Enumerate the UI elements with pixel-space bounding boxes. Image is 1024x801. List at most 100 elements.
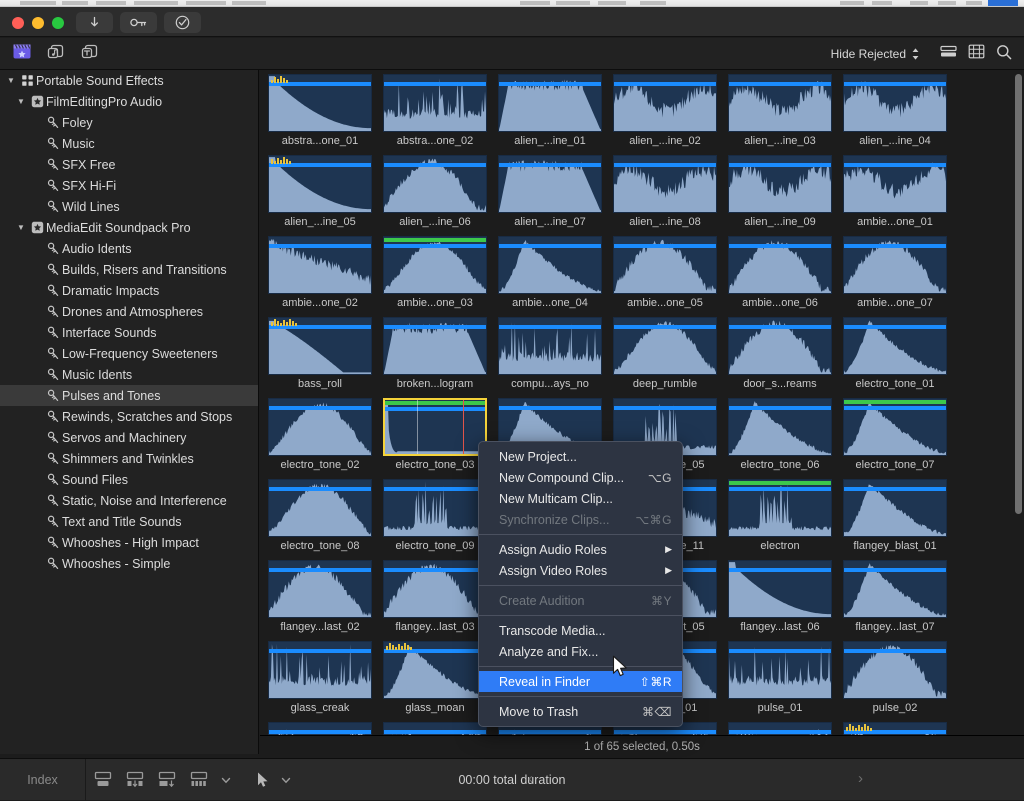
- clip-thumbnail[interactable]: [728, 641, 832, 699]
- arrow-pointer-icon[interactable]: [256, 771, 270, 789]
- clip-thumbnail[interactable]: [383, 155, 487, 213]
- clip-thumbnail[interactable]: [843, 641, 947, 699]
- clip-cell[interactable]: flangey...last_03: [383, 560, 487, 633]
- clip-thumbnail[interactable]: [843, 479, 947, 537]
- background-tasks-button[interactable]: [164, 12, 201, 33]
- clip-thumbnail[interactable]: [498, 74, 602, 132]
- clip-cell[interactable]: compu...ays_no: [498, 317, 602, 390]
- libraries-sidebar[interactable]: ▼ Portable Sound Effects ▼ FilmEditingPro A…: [0, 70, 259, 754]
- append-clip-icon[interactable]: [156, 770, 178, 790]
- clip-thumbnail[interactable]: [268, 560, 372, 618]
- clip-thumbnail[interactable]: [843, 398, 947, 456]
- clip-thumbnail[interactable]: [843, 74, 947, 132]
- titles-and-generators-button[interactable]: [76, 42, 104, 66]
- sidebar-item-interface-sounds[interactable]: Interface Sounds: [0, 322, 258, 343]
- clip-thumbnail[interactable]: [268, 398, 372, 456]
- clip-thumbnail[interactable]: [498, 317, 602, 375]
- menu-item-assign-video-roles[interactable]: Assign Video Roles ▶: [479, 560, 682, 581]
- clip-cell[interactable]: [383, 722, 487, 735]
- browser-vertical-scrollbar[interactable]: [1015, 74, 1022, 514]
- clip-cell[interactable]: bass_roll: [268, 317, 372, 390]
- clip-thumbnail[interactable]: [843, 722, 947, 735]
- clip-thumbnail[interactable]: [498, 236, 602, 294]
- clip-cell[interactable]: electro_tone_06: [728, 398, 832, 471]
- clip-cell[interactable]: [843, 722, 947, 735]
- clip-thumbnail[interactable]: [268, 722, 372, 735]
- clip-thumbnail[interactable]: [383, 398, 487, 456]
- window-close-button[interactable]: [12, 17, 24, 29]
- clip-cell[interactable]: abstra...one_02: [383, 74, 487, 147]
- clip-cell[interactable]: broken...logram: [383, 317, 487, 390]
- menu-item-new-project[interactable]: New Project...: [479, 446, 682, 467]
- clip-cell[interactable]: pulse_02: [843, 641, 947, 714]
- sidebar-item-filmeditingpro-audio[interactable]: ▼ FilmEditingPro Audio: [0, 91, 258, 112]
- sidebar-item-mediaedit-soundpack-pro[interactable]: ▼ MediaEdit Soundpack Pro: [0, 217, 258, 238]
- clip-cell[interactable]: glass_creak: [268, 641, 372, 714]
- clip-cell[interactable]: ambie...one_01: [843, 155, 947, 228]
- next-button[interactable]: ›: [858, 770, 863, 787]
- clip-thumbnail[interactable]: [613, 317, 717, 375]
- clip-thumbnail[interactable]: [728, 722, 832, 735]
- menu-item-assign-audio-roles[interactable]: Assign Audio Roles ▶: [479, 539, 682, 560]
- clip-cell[interactable]: alien_...ine_05: [268, 155, 372, 228]
- menu-item-reveal-in-finder[interactable]: Reveal in Finder ⇧⌘R: [479, 671, 682, 692]
- clip-cell[interactable]: electro_tone_07: [843, 398, 947, 471]
- clip-cell[interactable]: electro_tone_08: [268, 479, 372, 552]
- clip-cell[interactable]: alien_...ine_07: [498, 155, 602, 228]
- clip-cell[interactable]: ambie...one_02: [268, 236, 372, 309]
- clip-cell[interactable]: ambie...one_05: [613, 236, 717, 309]
- clip-thumbnail[interactable]: [383, 74, 487, 132]
- clip-cell[interactable]: alien_...ine_01: [498, 74, 602, 147]
- sidebar-item-shimmers-and-twinkles[interactable]: Shimmers and Twinkles: [0, 448, 258, 469]
- clip-thumbnail[interactable]: [613, 236, 717, 294]
- clip-cell[interactable]: pulse_01: [728, 641, 832, 714]
- menu-item-new-multicam-clip[interactable]: New Multicam Clip...: [479, 488, 682, 509]
- disclosure-triangle-down-icon[interactable]: ▼: [14, 97, 28, 106]
- clip-thumbnail[interactable]: [728, 317, 832, 375]
- clip-cell[interactable]: flangey...last_07: [843, 560, 947, 633]
- filmstrip-view-button[interactable]: [934, 40, 962, 68]
- search-button[interactable]: [990, 40, 1018, 68]
- sidebar-item-text-and-title-sounds[interactable]: Text and Title Sounds: [0, 511, 258, 532]
- sidebar-item-music-idents[interactable]: Music Idents: [0, 364, 258, 385]
- clip-thumbnail[interactable]: [843, 155, 947, 213]
- clip-cell[interactable]: [268, 722, 372, 735]
- clip-thumbnail[interactable]: [268, 155, 372, 213]
- clip-cell[interactable]: alien_...ine_08: [613, 155, 717, 228]
- sidebar-item-builds-risers-and-transitions[interactable]: Builds, Risers and Transitions: [0, 259, 258, 280]
- sidebar-item-sfx-hi-fi[interactable]: SFX Hi-Fi: [0, 175, 258, 196]
- clip-cell[interactable]: ambie...one_03: [383, 236, 487, 309]
- clip-cell[interactable]: glass_moan: [383, 641, 487, 714]
- sidebar-item-sound-files[interactable]: Sound Files: [0, 469, 258, 490]
- clip-cell[interactable]: alien_...ine_02: [613, 74, 717, 147]
- timeline-index-button[interactable]: Index: [0, 759, 86, 801]
- clip-cell[interactable]: flangey...last_02: [268, 560, 372, 633]
- sidebar-item-sfx-free[interactable]: SFX Free: [0, 154, 258, 175]
- clip-cell[interactable]: electro_tone_03: [383, 398, 487, 471]
- import-media-button[interactable]: [76, 12, 113, 33]
- sidebar-item-rewinds-scratches-and-stops[interactable]: Rewinds, Scratches and Stops: [0, 406, 258, 427]
- clip-cell[interactable]: flangey_blast_01: [843, 479, 947, 552]
- menu-item-new-compound-clip[interactable]: New Compound Clip... ⌥G: [479, 467, 682, 488]
- clip-thumbnail[interactable]: [843, 317, 947, 375]
- clip-thumbnail[interactable]: [728, 398, 832, 456]
- clip-thumbnail[interactable]: [843, 560, 947, 618]
- system-menu-bar[interactable]: [0, 0, 1024, 7]
- music-and-sound-browser-button[interactable]: [42, 42, 70, 66]
- list-view-button[interactable]: [962, 40, 990, 68]
- filter-select[interactable]: Hide Rejected: [827, 45, 924, 63]
- sidebar-item-wild-lines[interactable]: Wild Lines: [0, 196, 258, 217]
- clip-thumbnail[interactable]: [383, 722, 487, 735]
- clip-cell[interactable]: alien_...ine_03: [728, 74, 832, 147]
- clip-cell[interactable]: ambie...one_04: [498, 236, 602, 309]
- sidebar-item-music[interactable]: Music: [0, 133, 258, 154]
- insert-clip-icon[interactable]: [124, 770, 146, 790]
- clip-thumbnail[interactable]: [498, 155, 602, 213]
- disclosure-triangle-down-icon[interactable]: ▼: [4, 76, 18, 85]
- select-tool-chevron-icon[interactable]: [280, 774, 292, 786]
- menu-item-transcode-media[interactable]: Transcode Media...: [479, 620, 682, 641]
- clip-thumbnail[interactable]: [268, 641, 372, 699]
- clip-cell[interactable]: alien_...ine_06: [383, 155, 487, 228]
- previous-button[interactable]: ‹: [528, 770, 533, 787]
- clip-cell[interactable]: electro_tone_01: [843, 317, 947, 390]
